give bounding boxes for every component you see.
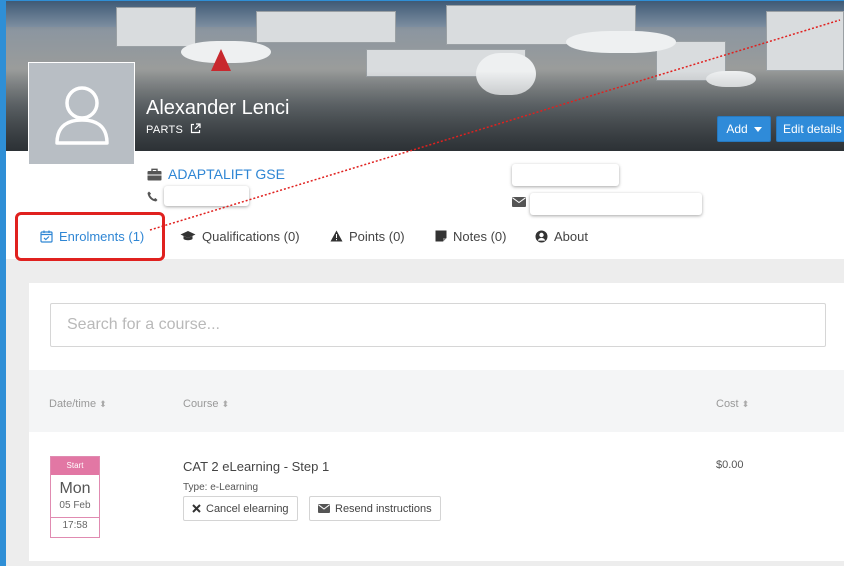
course-title[interactable]: CAT 2 eLearning - Step 1 <box>183 459 329 474</box>
tab-label: Points (0) <box>349 228 405 244</box>
column-header-course[interactable]: Course ⬍ <box>183 398 229 410</box>
edit-details-button[interactable]: Edit details <box>776 116 844 142</box>
resend-instructions-button[interactable]: Resend instructions <box>309 496 441 521</box>
graduation-cap-icon <box>180 231 196 241</box>
tab-points[interactable]: Points (0) <box>330 219 405 253</box>
tab-about[interactable]: About <box>535 219 588 253</box>
email-row <box>512 189 702 215</box>
company-link[interactable]: ADAPTALIFT GSE <box>147 166 285 182</box>
redacted-email <box>530 193 702 215</box>
course-search-input[interactable] <box>50 303 826 347</box>
highlight-annotation <box>15 212 165 261</box>
sticky-note-icon <box>435 230 447 242</box>
tab-label: About <box>554 228 588 244</box>
course-type: Type: e-Learning <box>183 482 259 493</box>
column-header-label: Date/time <box>49 398 97 410</box>
tab-label: Notes (0) <box>453 228 507 244</box>
badge-start-label: Start <box>51 457 99 475</box>
add-dropdown-button[interactable]: Add <box>717 116 771 142</box>
tab-qualifications[interactable]: Qualifications (0) <box>180 219 300 253</box>
user-circle-icon <box>535 230 548 242</box>
cancel-elearning-button[interactable]: Cancel elearning <box>183 496 298 521</box>
user-placeholder-icon <box>54 85 109 145</box>
user-org-label: PARTS <box>146 124 184 136</box>
column-header-label: Course <box>183 398 219 410</box>
add-button-label: Add <box>726 122 748 136</box>
column-header-label: Cost <box>716 398 739 410</box>
tab-notes[interactable]: Notes (0) <box>435 219 506 253</box>
badge-day: Mon <box>59 480 91 497</box>
caret-down-icon <box>753 126 762 132</box>
column-header-cost[interactable]: Cost ⬍ <box>716 398 749 410</box>
external-link-icon <box>190 123 201 137</box>
briefcase-icon <box>147 168 162 180</box>
button-label: Cancel elearning <box>206 502 289 515</box>
redacted-field <box>512 164 619 186</box>
badge-time: 17:58 <box>51 517 99 534</box>
redacted-phone <box>164 186 249 206</box>
sort-icon: ⬍ <box>221 398 230 409</box>
envelope-icon <box>318 504 330 513</box>
sort-icon: ⬍ <box>99 398 107 409</box>
user-name: Alexander Lenci <box>146 97 290 119</box>
course-cost: $0.00 <box>716 459 744 471</box>
avatar[interactable] <box>28 62 135 165</box>
tab-label: Qualifications (0) <box>202 228 300 244</box>
company-name: ADAPTALIFT GSE <box>168 166 285 182</box>
app-frame: Alexander Lenci PARTS Add Edit details A… <box>0 0 844 566</box>
close-icon <box>192 504 201 513</box>
warning-triangle-icon <box>330 230 343 242</box>
sort-icon: ⬍ <box>741 398 750 409</box>
phone-icon <box>147 191 158 201</box>
phone-row <box>147 186 249 206</box>
envelope-icon <box>512 197 526 207</box>
button-label: Resend instructions <box>335 502 432 515</box>
enrolment-date-badge: Start Mon 05 Feb 17:58 <box>50 456 100 538</box>
column-header-date[interactable]: Date/time ⬍ <box>49 398 107 410</box>
user-org-link[interactable]: PARTS <box>146 123 201 137</box>
badge-date: 05 Feb <box>59 500 91 511</box>
